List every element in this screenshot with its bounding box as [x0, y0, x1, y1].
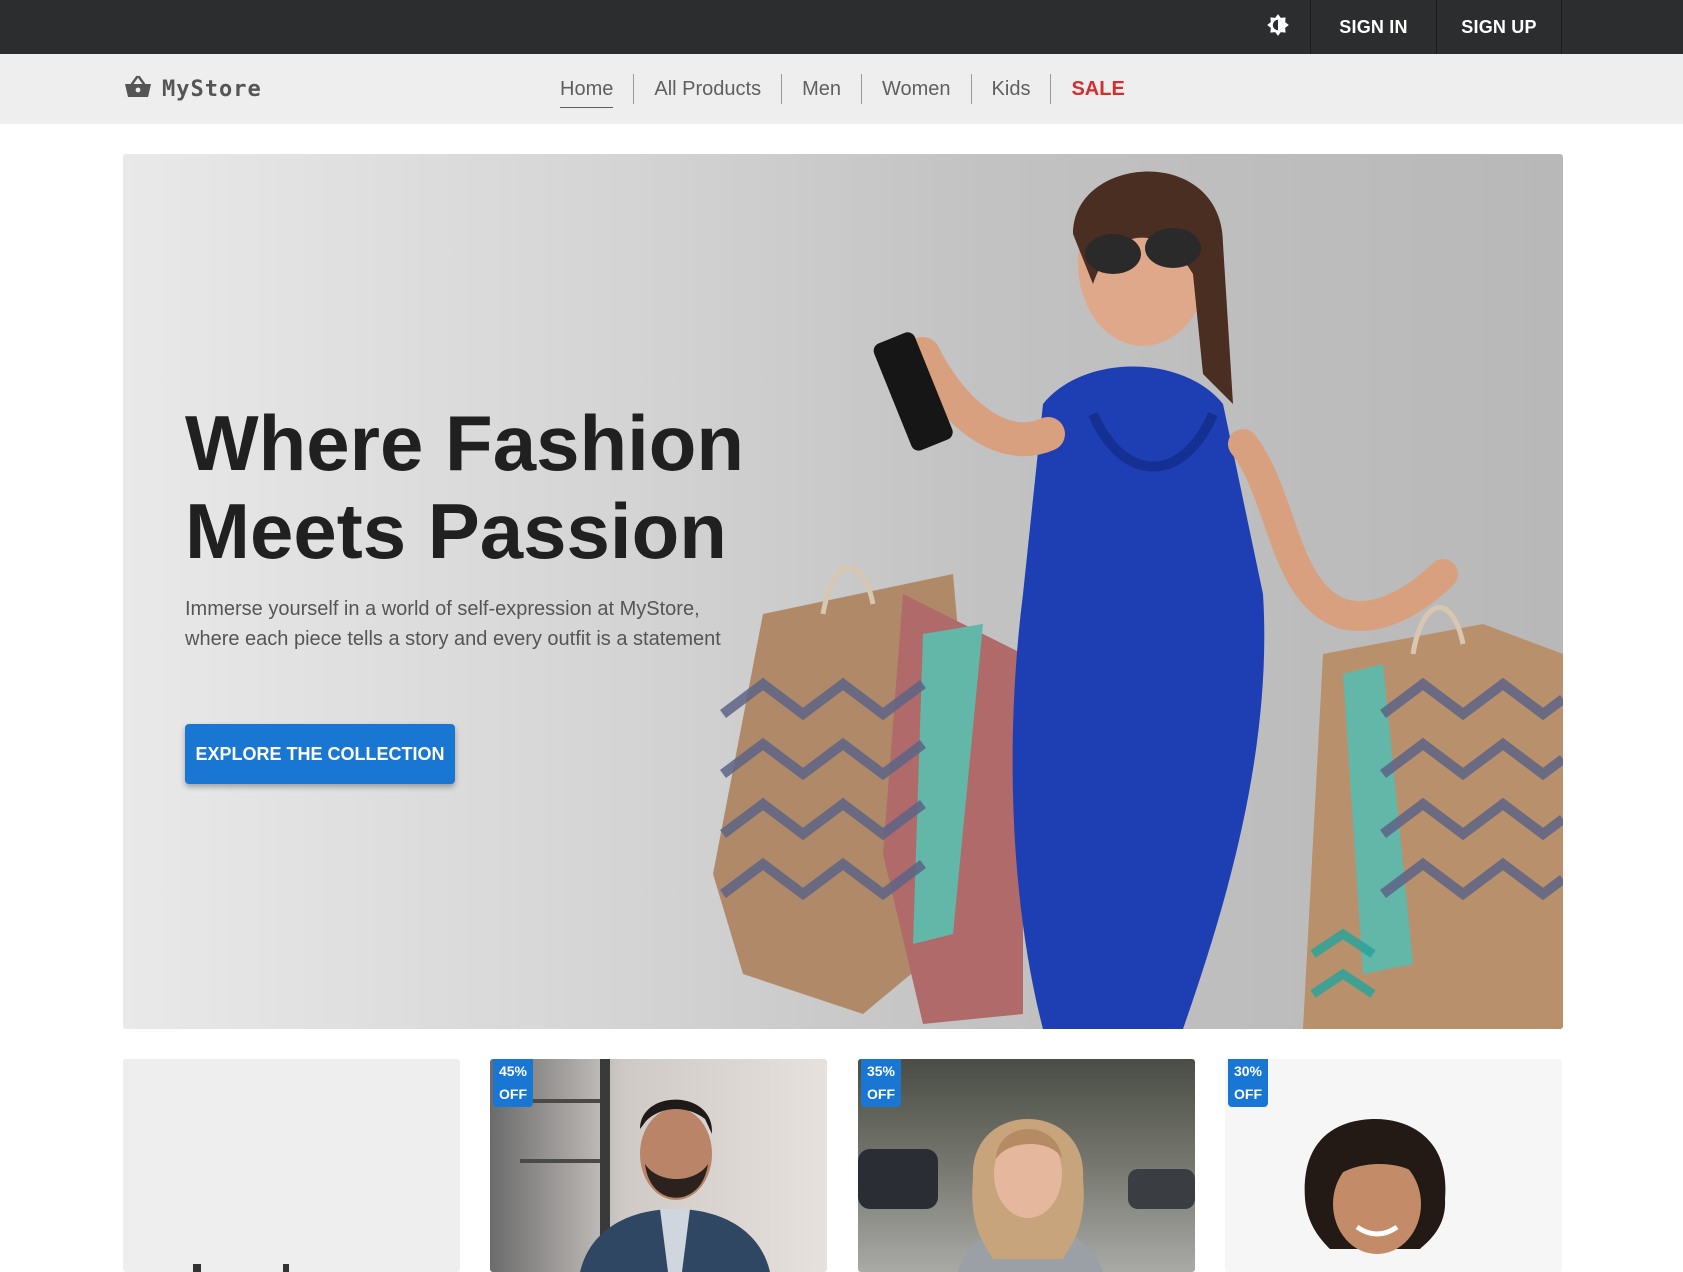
product-cards: 45% OFF 35% OFF 30% OFF — [123, 1059, 1563, 1272]
product-card-men[interactable]: 45% OFF — [490, 1059, 827, 1272]
man-suit-image — [520, 1059, 770, 1272]
woman-shopping-bags-image — [713, 171, 1563, 1029]
nav-link-all-products[interactable]: All Products — [633, 74, 781, 104]
hero-title-line-2: Meets Passion — [185, 487, 727, 575]
nav-links: Home All Products Men Women Kids SALE — [540, 54, 1145, 124]
shopping-basket-icon — [124, 75, 152, 104]
discount-badge: 45% OFF — [493, 1059, 533, 1107]
hero-title-line-1: Where Fashion — [185, 399, 745, 487]
discount-off-label: OFF — [499, 1086, 527, 1102]
discount-badge: 35% OFF — [861, 1059, 901, 1107]
logo-text: MyStore — [162, 76, 262, 102]
top-bar: SIGN IN SIGN UP — [0, 0, 1683, 54]
discount-off-label: OFF — [1234, 1086, 1262, 1102]
child-image — [1304, 1119, 1446, 1254]
product-card-kids[interactable]: 30% OFF — [1225, 1059, 1562, 1272]
sign-in-button[interactable]: SIGN IN — [1310, 0, 1436, 54]
nav-link-sale[interactable]: SALE — [1050, 74, 1144, 104]
placeholder-image — [193, 1264, 289, 1272]
nav-link-home[interactable]: Home — [540, 74, 633, 108]
brightness-icon — [1265, 12, 1291, 43]
theme-toggle-button[interactable] — [1245, 0, 1310, 54]
hero-title: Where Fashion Meets Passion — [185, 399, 825, 575]
discount-percent: 30% — [1233, 1063, 1263, 1079]
nav-link-women[interactable]: Women — [860, 74, 971, 104]
discount-percent: 45% — [498, 1063, 528, 1079]
main-nav-bar: MyStore Home All Products Men Women Kids… — [0, 54, 1683, 124]
hero-subtitle: Immerse yourself in a world of self-expr… — [185, 598, 721, 650]
product-card-women[interactable]: 35% OFF — [858, 1059, 1195, 1272]
hero-banner: Where Fashion Meets Passion Immerse your… — [123, 154, 1563, 1029]
nav-link-men[interactable]: Men — [781, 74, 861, 104]
store-logo[interactable]: MyStore — [124, 54, 262, 124]
discount-badge: 30% OFF — [1228, 1059, 1268, 1107]
explore-collection-button[interactable]: EXPLORE THE COLLECTION — [185, 724, 455, 784]
product-card-placeholder[interactable] — [123, 1059, 460, 1272]
woman-coat-image — [858, 1119, 1195, 1272]
discount-off-label: OFF — [867, 1086, 895, 1102]
nav-link-kids[interactable]: Kids — [970, 74, 1051, 104]
discount-percent: 35% — [866, 1063, 896, 1079]
sign-up-button[interactable]: SIGN UP — [1436, 0, 1562, 54]
